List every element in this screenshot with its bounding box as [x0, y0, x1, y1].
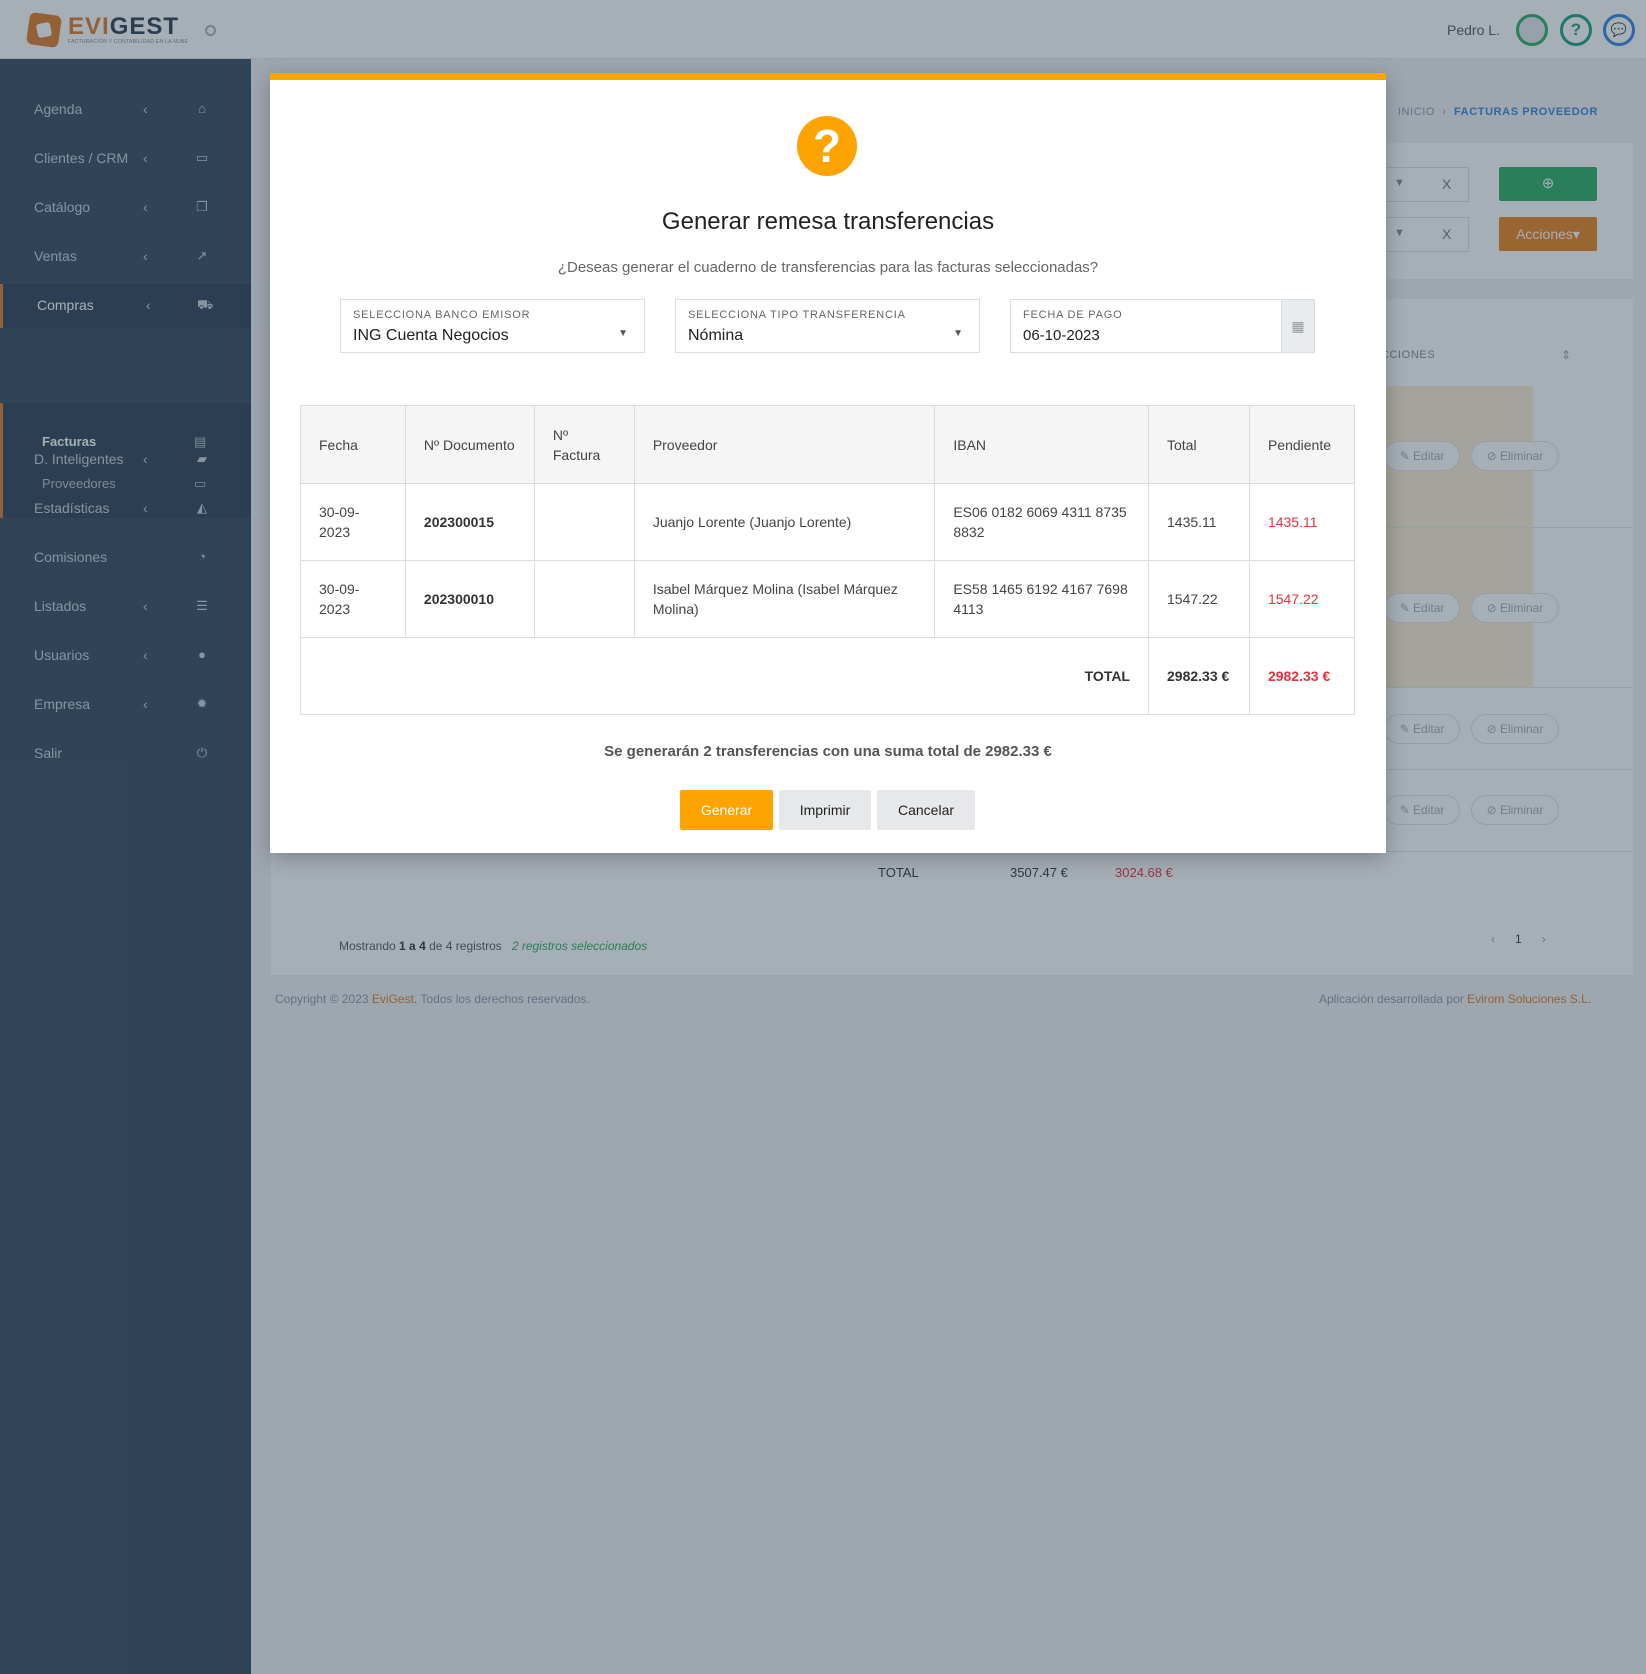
pending-total-value: 2982.33 € [1248, 637, 1356, 715]
cell-documento: 202300015 [404, 483, 535, 561]
column-header: Nº Factura [533, 405, 635, 484]
column-header: Proveedor [633, 405, 936, 484]
cell-fecha: 30-09-2023 [300, 483, 406, 561]
total-row: TOTAL 2982.33 € 2982.33 € [300, 637, 1356, 715]
payment-date-label: FECHA DE PAGO [1023, 309, 1123, 321]
transfer-batch-modal: ? Generar remesa transferencias ¿Deseas … [270, 73, 1386, 853]
cancel-button[interactable]: Cancelar [877, 790, 975, 830]
modal-title: Generar remesa transferencias [661, 208, 995, 235]
table-row: 30-09-2023 202300015 Juanjo Lorente (Jua… [300, 483, 1356, 561]
bank-select-value: ING Cuenta Negocios [353, 327, 509, 344]
column-header: Fecha [300, 405, 406, 484]
transfer-type-label: SELECCIONA TIPO TRANSFERENCIA [688, 309, 906, 321]
cell-pendiente: 1547.22 [1248, 560, 1356, 638]
bank-select-label: SELECCIONA BANCO EMISOR [353, 309, 531, 321]
transfers-table: Fecha Nº Documento Nº Factura Proveedor … [300, 405, 1356, 715]
chevron-down-icon: ▼ [618, 328, 628, 339]
cell-pendiente: 1435.11 [1248, 483, 1356, 561]
cell-proveedor: Juanjo Lorente (Juanjo Lorente) [633, 483, 936, 561]
column-header: Total [1148, 405, 1250, 484]
generate-button[interactable]: Generar [680, 790, 773, 830]
column-header: IBAN [934, 405, 1149, 484]
column-header: Nº Documento [404, 405, 535, 484]
transfer-type-select[interactable]: SELECCIONA TIPO TRANSFERENCIA Nómina ▼ [675, 299, 980, 353]
column-header: Pendiente [1248, 405, 1356, 484]
cell-total: 1547.22 [1148, 560, 1250, 638]
calendar-icon[interactable]: ▦ [1281, 300, 1314, 352]
cell-factura [533, 560, 635, 638]
table-header-row: Fecha Nº Documento Nº Factura Proveedor … [300, 405, 1356, 484]
cell-total: 1435.11 [1148, 483, 1250, 561]
total-value: 2982.33 € [1148, 637, 1250, 715]
cell-factura [533, 483, 635, 561]
payment-date-field[interactable]: FECHA DE PAGO 06-10-2023 ▦ [1010, 299, 1315, 353]
print-button[interactable]: Imprimir [779, 790, 871, 830]
transfer-type-value: Nómina [688, 327, 744, 344]
cell-iban: ES06 0182 6069 4311 8735 8832 [934, 483, 1149, 561]
modal-subtitle: ¿Deseas generar el cuaderno de transfere… [557, 259, 1099, 276]
cell-proveedor: Isabel Márquez Molina (Isabel Márquez Mo… [633, 560, 936, 638]
question-icon: ? [797, 116, 857, 176]
cell-iban: ES58 1465 6192 4167 7698 4113 [934, 560, 1149, 638]
table-row: 30-09-2023 202300010 Isabel Márquez Moli… [300, 560, 1356, 638]
cell-fecha: 30-09-2023 [300, 560, 406, 638]
total-label: TOTAL [300, 637, 1149, 715]
cell-documento: 202300010 [404, 560, 535, 638]
payment-date-value: 06-10-2023 [1023, 327, 1100, 344]
chevron-down-icon: ▼ [953, 328, 963, 339]
transfer-summary: Se generarán 2 transferencias con una su… [604, 743, 1052, 760]
bank-select[interactable]: SELECCIONA BANCO EMISOR ING Cuenta Negoc… [340, 299, 645, 353]
